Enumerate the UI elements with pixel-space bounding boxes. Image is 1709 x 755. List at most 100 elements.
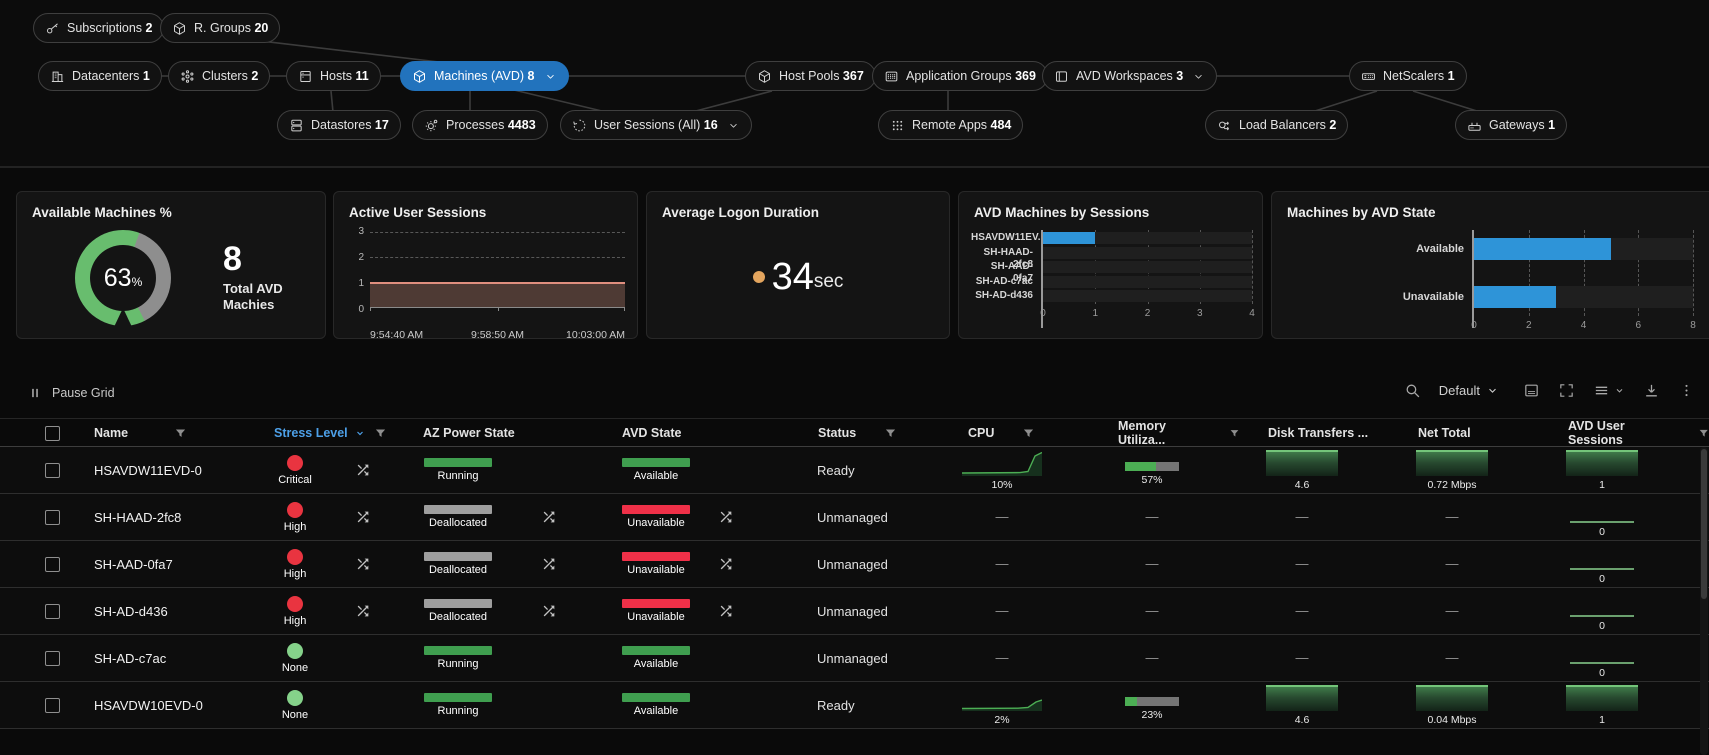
metric-block bbox=[1566, 449, 1638, 476]
col-header-sessions[interactable]: AVD User Sessions bbox=[1540, 419, 1709, 447]
pause-grid-button[interactable]: Pause Grid bbox=[28, 386, 115, 400]
row-density-button[interactable] bbox=[1593, 382, 1625, 399]
nav-pill-label: Datastores 17 bbox=[311, 118, 389, 132]
filter-icon[interactable] bbox=[884, 427, 897, 440]
cell-memory: — bbox=[1090, 494, 1240, 540]
table-row[interactable]: HSAVDW11EVD-0 Critical Running Available… bbox=[0, 447, 1709, 494]
row-checkbox[interactable] bbox=[45, 556, 60, 572]
filter-icon[interactable] bbox=[1698, 427, 1709, 440]
nav-pill-datastores[interactable]: Datastores 17 bbox=[277, 110, 401, 140]
cell-status: Unmanaged bbox=[817, 650, 888, 666]
shuffle-icon[interactable] bbox=[541, 509, 557, 525]
shuffle-icon[interactable] bbox=[718, 603, 734, 619]
col-header-net[interactable]: Net Total bbox=[1390, 426, 1540, 440]
row-checkbox[interactable] bbox=[45, 462, 60, 478]
col-header-label: Stress Level bbox=[274, 426, 348, 440]
stress-indicator: High bbox=[263, 548, 327, 580]
chevron-down-icon bbox=[546, 74, 554, 79]
shuffle-icon[interactable] bbox=[355, 556, 371, 572]
shuffle-icon[interactable] bbox=[718, 509, 734, 525]
nav-pill-subscriptions[interactable]: Subscriptions 2 bbox=[33, 13, 165, 43]
bar-track bbox=[1043, 246, 1252, 259]
table-row[interactable]: HSAVDW10EVD-0 None Running Available Rea… bbox=[0, 682, 1709, 729]
dots-grid-icon bbox=[892, 120, 903, 130]
scrollbar-thumb[interactable] bbox=[1701, 449, 1707, 599]
shuffle-icon[interactable] bbox=[355, 462, 371, 478]
table-row[interactable]: SH-AD-c7ac None Running Available Unmana… bbox=[0, 635, 1709, 682]
table-row[interactable]: SH-HAAD-2fc8 High Deallocated Unavailabl… bbox=[0, 494, 1709, 541]
col-header-memory[interactable]: Memory Utiliza... bbox=[1090, 419, 1240, 447]
row-checkbox[interactable] bbox=[45, 650, 60, 666]
row-checkbox[interactable] bbox=[45, 509, 60, 525]
nav-pill-remote-apps[interactable]: Remote Apps 484 bbox=[878, 110, 1024, 140]
col-header-cpu[interactable]: CPU bbox=[940, 426, 1090, 440]
col-header-label: AVD User Sessions bbox=[1568, 419, 1625, 447]
bar-row bbox=[1043, 246, 1252, 259]
filter-icon[interactable] bbox=[1229, 427, 1240, 440]
search-icon bbox=[1406, 384, 1420, 398]
nav-pill-machines-avd[interactable]: Machines (AVD) 8 bbox=[400, 61, 569, 91]
col-header-stress[interactable]: Stress Level bbox=[255, 426, 395, 440]
table-scrollbar[interactable] bbox=[1700, 447, 1708, 755]
bar-plot: 0 2 4 6 8 bbox=[1471, 230, 1696, 331]
row-checkbox[interactable] bbox=[45, 603, 60, 619]
chevron-down-icon bbox=[1195, 74, 1203, 79]
nav-pill-avd-workspaces[interactable]: AVD Workspaces 3 bbox=[1042, 61, 1218, 91]
card-avd-machines-by-sessions: AVD Machines by Sessions HSAVDW11EV... SH… bbox=[958, 191, 1263, 339]
card-view-button[interactable] bbox=[1523, 382, 1540, 399]
shuffle-icon[interactable] bbox=[541, 556, 557, 572]
gear-icon bbox=[425, 119, 438, 131]
table-row[interactable]: SH-AAD-0fa7 High Deallocated Unavailable… bbox=[0, 541, 1709, 588]
nav-pill-datacenters[interactable]: Datacenters 1 bbox=[38, 61, 162, 91]
filter-icon[interactable] bbox=[374, 427, 387, 440]
nav-pill-processes[interactable]: Processes 4483 bbox=[412, 110, 548, 140]
nav-pill-label: Load Balancers 2 bbox=[1239, 118, 1337, 132]
col-header-status[interactable]: Status bbox=[790, 426, 940, 440]
metric-disk: 4.6 bbox=[1260, 684, 1344, 726]
cell-az-power-state: Deallocated bbox=[395, 541, 590, 587]
datastore-icon bbox=[291, 119, 302, 131]
cell-net: 0.72 Mbps bbox=[1390, 447, 1540, 493]
nav-pill-clusters[interactable]: Clusters 2 bbox=[168, 61, 271, 91]
col-header-label: CPU bbox=[968, 426, 995, 440]
col-header-name[interactable]: Name bbox=[75, 426, 255, 440]
cell-stress-level: None bbox=[255, 635, 395, 681]
nav-pill-hosts[interactable]: Hosts 11 bbox=[286, 61, 381, 91]
cpu-sparkline bbox=[962, 451, 1042, 476]
bar-value bbox=[1474, 238, 1611, 260]
row-checkbox[interactable] bbox=[45, 697, 60, 713]
total-avd-machines: 8 Total AVD Machies bbox=[223, 242, 283, 313]
select-all-checkbox[interactable] bbox=[45, 425, 60, 441]
col-header-disk[interactable]: Disk Transfers ... bbox=[1240, 426, 1390, 440]
state-chip: Deallocated bbox=[424, 599, 492, 623]
view-selector-dropdown[interactable]: Default bbox=[1439, 383, 1499, 398]
table-row[interactable]: SH-AD-d436 High Deallocated Unavailable … bbox=[0, 588, 1709, 635]
shuffle-icon[interactable] bbox=[355, 603, 371, 619]
nav-pill-user-sessions[interactable]: User Sessions (All) 16 bbox=[560, 110, 752, 140]
bar-value bbox=[1043, 232, 1096, 244]
x-axis-tick: 0 bbox=[1471, 320, 1477, 331]
bar-category-label: SH-AD-c7ac bbox=[975, 275, 1033, 287]
nav-pill-load-balancers[interactable]: Load Balancers 2 bbox=[1205, 110, 1349, 140]
col-header-az[interactable]: AZ Power State bbox=[395, 426, 590, 440]
metric-block bbox=[1266, 449, 1338, 476]
col-header-avd[interactable]: AVD State bbox=[590, 426, 790, 440]
download-button[interactable] bbox=[1643, 382, 1660, 399]
nav-pill-application-groups[interactable]: Application Groups 369 bbox=[872, 61, 1048, 91]
shuffle-icon[interactable] bbox=[355, 509, 371, 525]
more-options-button[interactable] bbox=[1678, 382, 1695, 399]
filter-icon[interactable] bbox=[174, 427, 187, 440]
metric-sessions: 0 bbox=[1560, 638, 1644, 679]
shuffle-icon[interactable] bbox=[718, 556, 734, 572]
fullscreen-button[interactable] bbox=[1558, 382, 1575, 399]
shuffle-icon[interactable] bbox=[541, 603, 557, 619]
metric-cpu: 2% bbox=[960, 685, 1044, 726]
nav-pill-host-pools[interactable]: Host Pools 367 bbox=[745, 61, 876, 91]
cell-sessions: 0 bbox=[1540, 494, 1709, 540]
search-button[interactable] bbox=[1404, 382, 1421, 399]
nav-pill-netscalers[interactable]: NetScalers 1 bbox=[1349, 61, 1467, 91]
nav-pill-gateways[interactable]: Gateways 1 bbox=[1455, 110, 1568, 140]
nav-pill-resource-groups[interactable]: R. Groups 20 bbox=[160, 13, 281, 43]
filter-icon[interactable] bbox=[1022, 427, 1035, 440]
state-chip: Running bbox=[424, 693, 492, 717]
